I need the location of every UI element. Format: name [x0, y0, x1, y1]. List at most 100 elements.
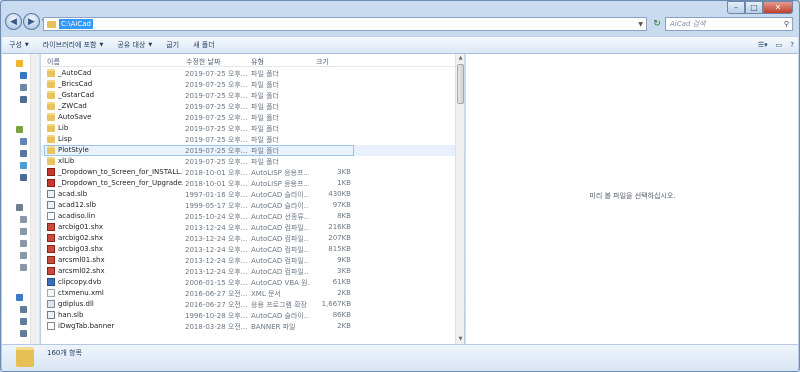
search-icon[interactable]: ⚲ [784, 20, 789, 28]
file-type: AutoCAD 선종류... [251, 213, 309, 221]
file-name: _BricsCad [58, 80, 93, 88]
share-label: 공유 대상 [117, 41, 146, 49]
minimize-button[interactable]: – [727, 1, 745, 14]
scrollbar-thumb[interactable] [457, 64, 464, 104]
chevron-down-icon: ▼ [99, 42, 104, 48]
computer-icon[interactable] [16, 204, 23, 211]
file-row[interactable]: _GstarCad 2019-07-25 오후... 파일 폴더 [41, 90, 455, 101]
file-row[interactable]: acadiso.lin 2015-10-24 오후... AutoCAD 선종류..… [41, 211, 455, 222]
explorer-window: – □ ✕ ◀ ▶ ▼ C:\AiCad ▼ ↻ AiCad 검색 ⚲ 구성▼ … [0, 0, 800, 372]
pictures-icon[interactable] [20, 150, 27, 157]
file-row[interactable]: _Dropdown_to_Screen_for_INSTALL.lsp 2018-… [41, 167, 455, 178]
maximize-button[interactable]: □ [745, 1, 763, 14]
file-type: 파일 폴더 [251, 92, 279, 100]
file-row[interactable]: iDwgTab.banner 2018-03-28 오전... BANNER 파일 2… [41, 321, 455, 332]
file-row[interactable]: arcbig03.shx 2013-12-24 오후... AutoCAD 컴파일.… [41, 244, 455, 255]
nav-pane-scrollbar[interactable] [30, 54, 39, 344]
file-date: 1996-10-28 오후... [185, 312, 247, 320]
file-name: arcbig02.shx [58, 234, 104, 242]
file-file-icon [47, 212, 55, 220]
local-disk-icon[interactable] [20, 216, 27, 223]
file-row[interactable]: PlotStyle 2019-07-25 오후... 파일 폴더 [41, 145, 455, 156]
videos-icon[interactable] [20, 174, 27, 181]
file-row[interactable]: _BricsCad 2019-07-25 오후... 파일 폴더 [41, 79, 455, 90]
file-row[interactable]: AutoSave 2019-07-25 오후... 파일 폴더 [41, 112, 455, 123]
file-row[interactable]: arcsml02.shx 2013-12-24 오후... AutoCAD 컴파일.… [41, 266, 455, 277]
file-size: 815KB [328, 245, 351, 253]
file-row[interactable]: han.slb 1996-10-28 오후... AutoCAD 슬라이... 86K… [41, 310, 455, 321]
file-row[interactable]: clipcopy.dvb 2006-01-15 오후... AutoCAD VBA … [41, 277, 455, 288]
scroll-down-arrow[interactable]: ▼ [456, 335, 465, 344]
desktop-icon[interactable] [20, 72, 27, 79]
column-header-type[interactable]: 유형 [251, 57, 264, 67]
forward-button[interactable]: ▶ [23, 13, 40, 30]
file-type: AutoCAD 컴파일... [251, 268, 309, 276]
drive-icon[interactable] [20, 264, 27, 271]
file-name: acad.slb [58, 190, 88, 198]
address-bar[interactable]: C:\AiCad ▼ [43, 17, 647, 31]
file-type: AutoCAD 컴파일... [251, 246, 309, 254]
column-header-name[interactable]: 이름 [47, 57, 60, 67]
file-size: 1,667KB [321, 300, 351, 308]
music-icon[interactable] [20, 162, 27, 169]
file-type: AutoCAD VBA 원... [251, 279, 309, 287]
organize-button[interactable]: 구성 ▼ [2, 40, 36, 50]
file-type: AutoLISP 응용프... [251, 180, 309, 188]
share-button[interactable]: 공유 대상 ▼ [110, 40, 159, 50]
downloads-icon[interactable] [20, 84, 27, 91]
file-row[interactable]: acad.slb 1997-01-16 오후... AutoCAD 슬라이... 43… [41, 189, 455, 200]
file-size: 2KB [337, 322, 351, 330]
file-size: 9KB [337, 256, 351, 264]
libraries-icon[interactable] [16, 126, 23, 133]
back-button[interactable]: ◀ [5, 13, 22, 30]
file-type: 응용 프로그램 확장 [251, 301, 307, 309]
drive-icon[interactable] [20, 252, 27, 259]
local-disk-icon[interactable] [20, 228, 27, 235]
network-computer-icon[interactable] [20, 318, 27, 325]
file-row[interactable]: _Dropdown_to_Screen_for_Upgrade.lsp 2018-… [41, 178, 455, 189]
search-input[interactable]: AiCad 검색 ⚲ [665, 17, 793, 31]
file-row[interactable]: xlLib 2019-07-25 오후... 파일 폴더 [41, 156, 455, 167]
file-type: 파일 폴더 [251, 70, 279, 78]
include-library-button[interactable]: 라이브러리에 포함 ▼ [36, 40, 111, 50]
file-row[interactable]: acad12.slb 1999-05-17 오후... AutoCAD 슬라이...… [41, 200, 455, 211]
drive-icon[interactable] [20, 240, 27, 247]
favorites-star-icon[interactable] [16, 60, 23, 67]
file-row[interactable]: arcsml01.shx 2013-12-24 오후... AutoCAD 컴파일.… [41, 255, 455, 266]
column-header-size[interactable]: 크기 [316, 57, 329, 67]
file-row[interactable]: _AutoCad 2019-07-25 오후... 파일 폴더 [41, 68, 455, 79]
documents-icon[interactable] [20, 138, 27, 145]
shx-file-icon [47, 267, 55, 275]
file-type: 파일 폴더 [251, 158, 279, 166]
lsp-file-icon [47, 168, 55, 176]
file-row[interactable]: arcbig02.shx 2013-12-24 오후... AutoCAD 컴파일.… [41, 233, 455, 244]
network-computer-icon[interactable] [20, 306, 27, 313]
address-path[interactable]: C:\AiCad [59, 19, 93, 29]
file-list-scrollbar[interactable]: ▲ ▼ [455, 54, 464, 344]
network-computer-icon[interactable] [20, 330, 27, 337]
organize-label: 구성 [9, 41, 22, 49]
file-name: PlotStyle [58, 146, 89, 154]
file-row[interactable]: ctxmenu.xml 2016-06-27 오전... XML 문서 2KB [41, 288, 455, 299]
address-dropdown-icon[interactable]: ▼ [638, 21, 643, 28]
file-row[interactable]: gdiplus.dll 2016-06-27 오전... 응용 프로그램 확장 1,6… [41, 299, 455, 310]
scroll-up-arrow[interactable]: ▲ [456, 54, 465, 63]
column-header-date[interactable]: 수정한 날짜 [186, 57, 220, 67]
folder-icon [47, 20, 56, 28]
file-row[interactable]: Lib 2019-07-25 오후... 파일 폴더 [41, 123, 455, 134]
file-date: 2019-07-25 오후... [185, 81, 247, 89]
file-size: 86KB [332, 311, 351, 319]
new-folder-button[interactable]: 새 폴더 [186, 40, 222, 50]
recent-places-icon[interactable] [20, 96, 27, 103]
help-icon[interactable]: ? [790, 41, 794, 49]
file-row[interactable]: _ZWCad 2019-07-25 오후... 파일 폴더 [41, 101, 455, 112]
file-row[interactable]: arcbig01.shx 2013-12-24 오후... AutoCAD 컴파일.… [41, 222, 455, 233]
folder-file-icon [47, 80, 55, 88]
file-row[interactable]: Lisp 2019-07-25 오후... 파일 폴더 [41, 134, 455, 145]
close-button[interactable]: ✕ [763, 1, 793, 14]
view-options-icon[interactable]: ☰▾ [758, 41, 768, 49]
preview-pane-icon[interactable]: ▭ [776, 41, 783, 49]
refresh-button[interactable]: ↻ [649, 17, 665, 31]
network-icon[interactable] [16, 294, 23, 301]
burn-button[interactable]: 굽기 [159, 40, 186, 50]
